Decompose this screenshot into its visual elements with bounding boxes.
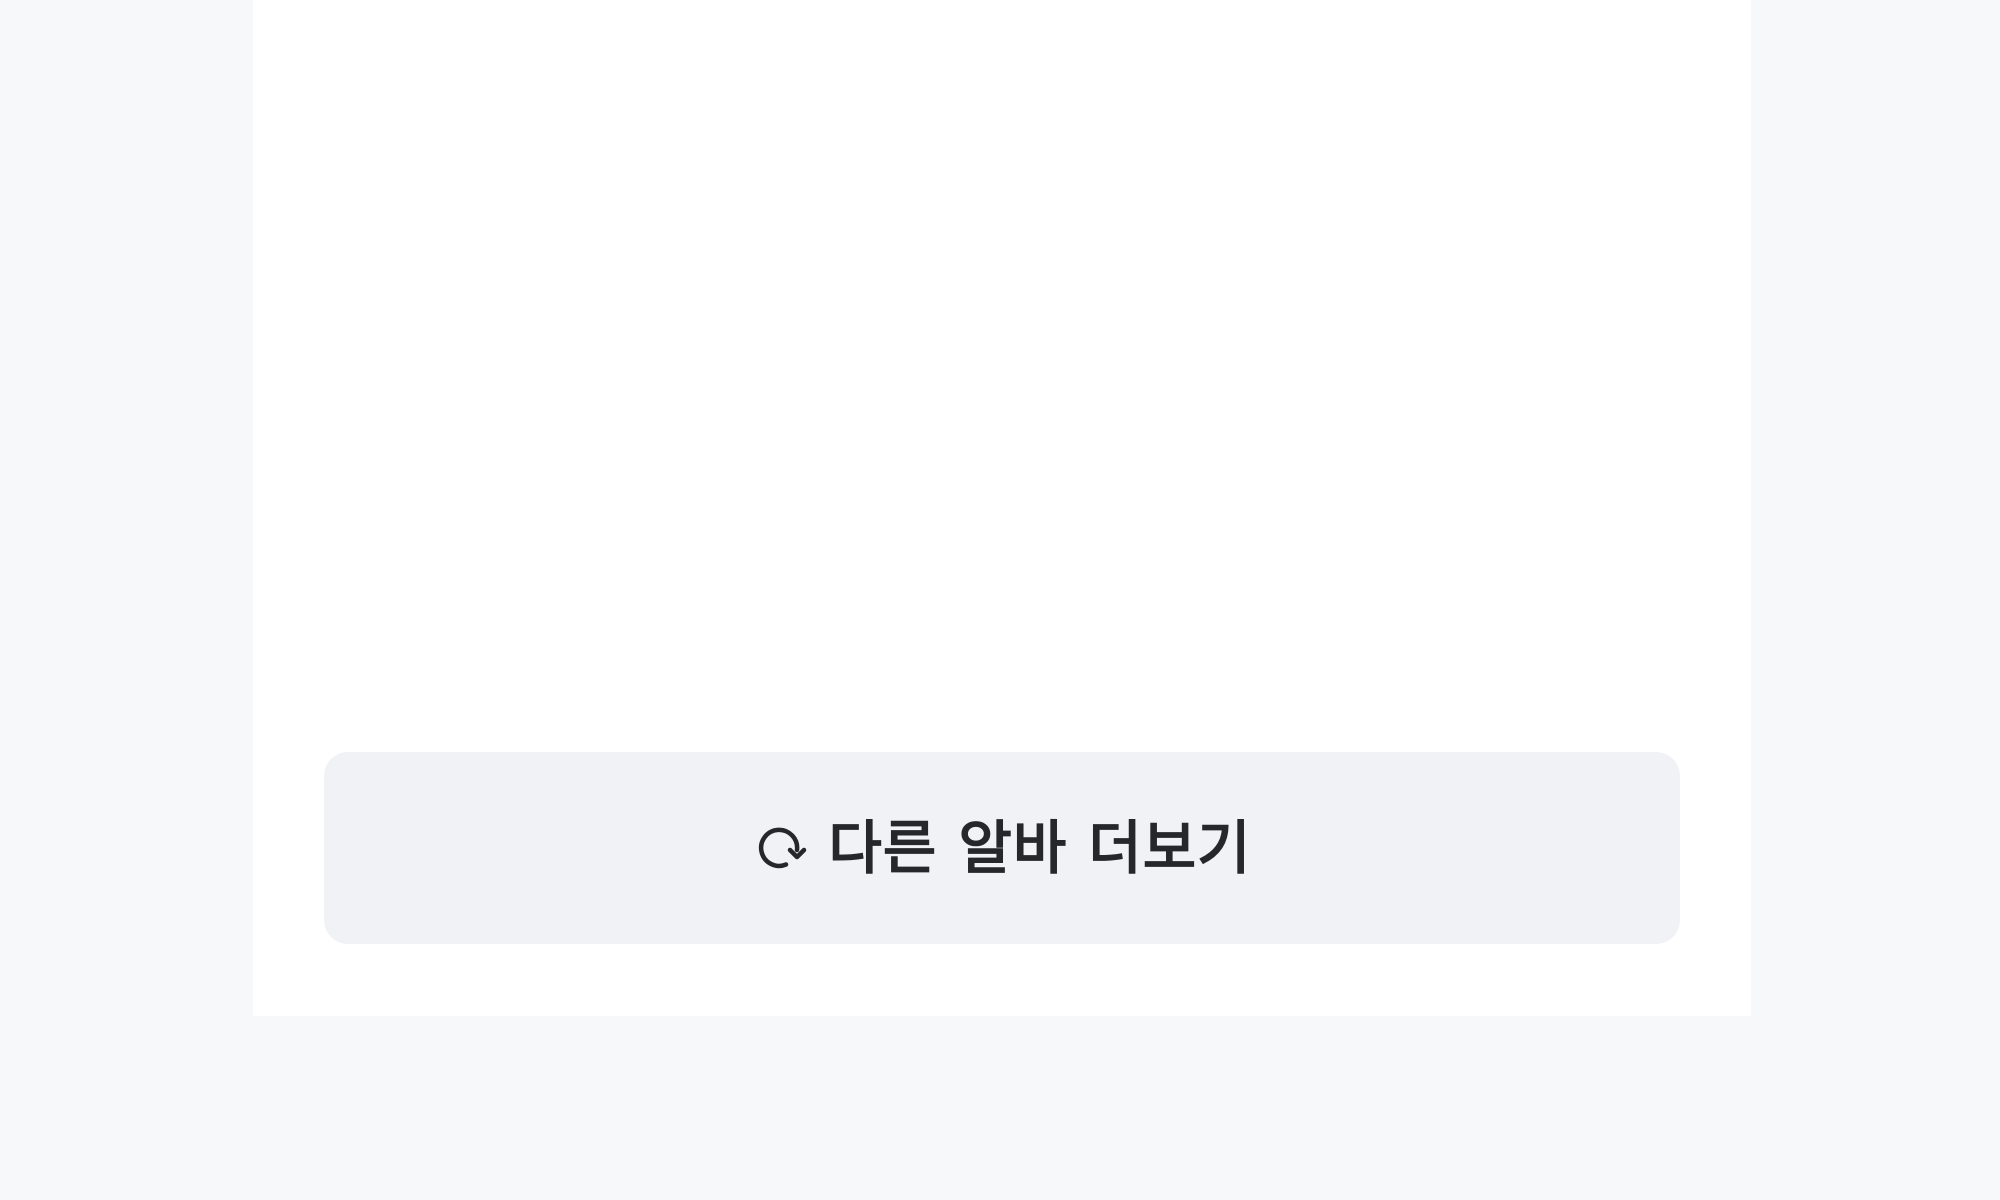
refresh-icon (753, 818, 813, 878)
load-more-jobs-button[interactable]: 다른 알바 더보기 (324, 752, 1680, 944)
load-more-jobs-label: 다른 알바 더보기 (828, 814, 1252, 882)
content-panel: 다른 알바 더보기 (253, 0, 1751, 1016)
